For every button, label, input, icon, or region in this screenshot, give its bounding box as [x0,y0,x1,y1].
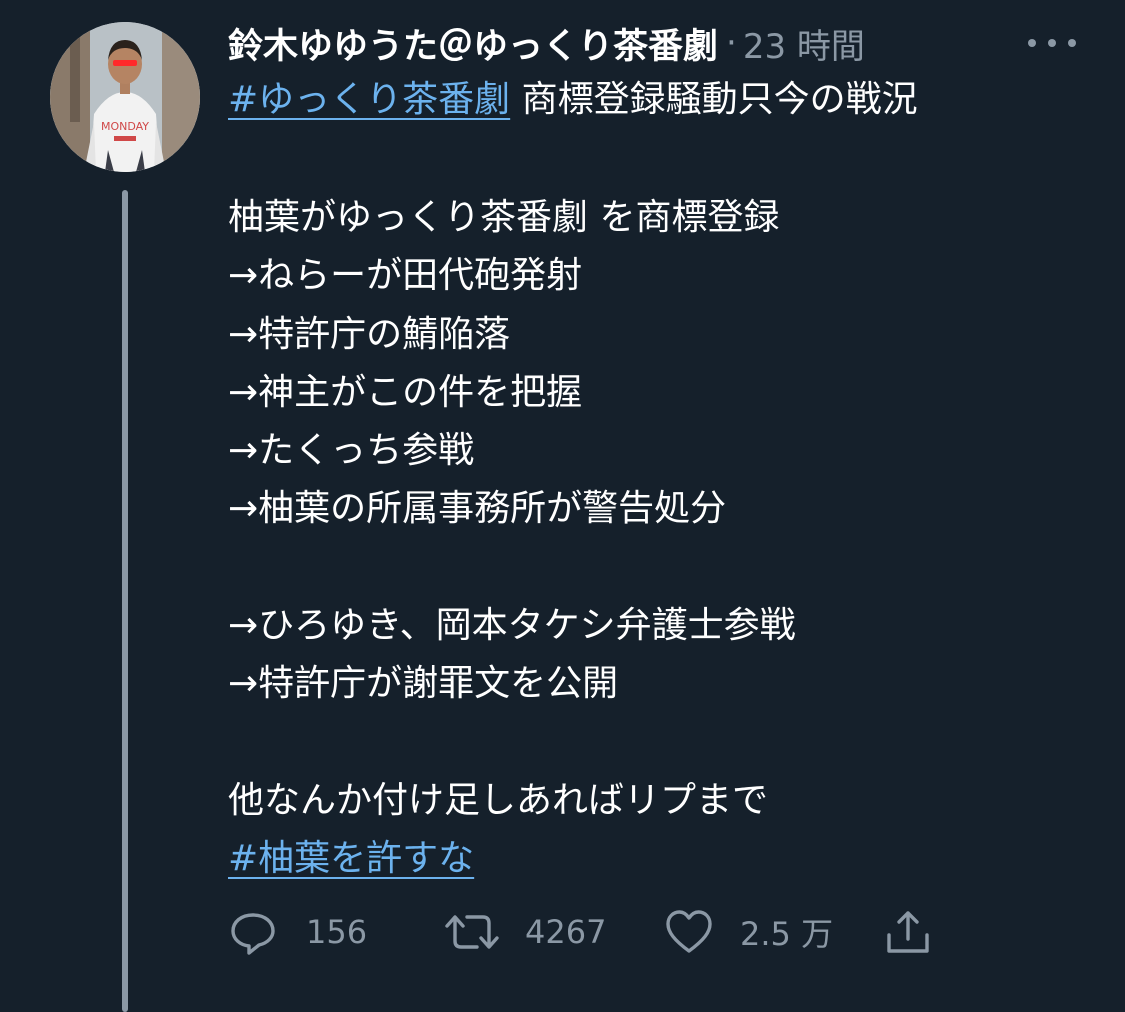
tweet-header: 鈴木ゆゆうた＠ゆっくり茶番劇 · 23 時間 [228,18,865,68]
separator-dot: · [726,23,737,63]
tweet-text: 商標登録騒動只今の戦況 [510,79,918,120]
tweet-line-3: →ねらーが田代砲発射 [228,255,583,296]
tweet-action-bar: 156 4267 2.5 万 [228,902,948,962]
tweet-line-10: 他なんか付け足しあればリプまで [228,780,769,821]
share-button[interactable] [883,902,933,962]
share-icon [887,911,929,953]
hashtag-link[interactable]: #ゆっくり茶番劇 [228,79,510,120]
tweet-line-6: →たくっち参戦 [228,430,475,471]
like-button[interactable]: 2.5 万 [664,902,833,962]
tweet-timestamp[interactable]: 23 時間 [743,19,865,68]
svg-text:MONDAY: MONDAY [101,120,149,133]
tweet-line-5: →神主がこの件を把握 [228,372,583,413]
like-count: 2.5 万 [740,915,834,953]
tweet-line-1: #ゆっくり茶番劇 商標登録騒動只今の戦況 [228,76,918,124]
tweet-line-8: →ひろゆき、岡本タケシ弁護士参戦 [228,605,796,646]
reply-icon [231,913,275,955]
thread-connector-line [122,190,128,1012]
retweet-count: 4267 [525,913,607,951]
author-name[interactable]: 鈴木ゆゆうた＠ゆっくり茶番劇 [228,18,718,69]
retweet-button[interactable]: 4267 [443,902,606,962]
reply-count: 156 [306,913,368,951]
reply-button[interactable]: 156 [228,902,367,962]
tweet-line-7: →柚葉の所属事務所が警告処分 [228,488,727,529]
tweet-line-11: #柚葉を許すな [228,835,474,883]
tweet-line-9: →特許庁が謝罪文を公開 [228,663,619,704]
retweet-icon [445,915,499,949]
tweet-line-2: 柚葉がゆっくり茶番劇 を商標登録 [228,197,780,238]
hashtag-link[interactable]: #柚葉を許すな [228,838,474,879]
more-options-icon[interactable] [1028,36,1076,50]
avatar[interactable]: MONDAY [50,22,200,172]
tweet-line-4: →特許庁の鯖陥落 [228,314,511,355]
heart-icon [666,910,712,953]
